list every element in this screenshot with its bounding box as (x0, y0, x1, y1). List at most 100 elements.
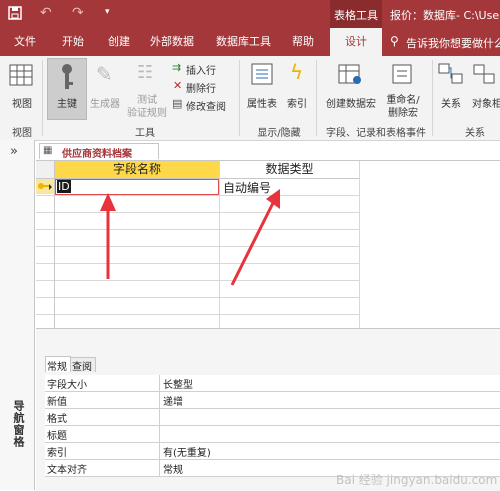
watermark: Bai 经验 jingyan.baidu.com (336, 473, 498, 487)
data-macro-icon (338, 64, 361, 84)
tab-lookup-label: 查阅 (72, 362, 92, 373)
delete-row-icon: ✕ (173, 79, 183, 92)
insert-row-button[interactable]: ⇉ 插入行 (172, 61, 234, 77)
table-design-grid: 字段名称 数据类型 ID 自动编号 (36, 160, 500, 329)
row-divider (36, 280, 360, 281)
property-name: 文本对齐 (47, 465, 87, 476)
lightning-icon: ϟ (290, 60, 304, 84)
property-value: 有(无重复) (163, 448, 211, 459)
view-button[interactable]: 视图 (4, 60, 38, 112)
tab-external-data[interactable]: 外部数据 (150, 28, 194, 56)
property-divider (159, 426, 160, 442)
selector-column-divider (54, 161, 55, 329)
property-row[interactable]: 格式 (45, 409, 500, 426)
group-show-hide-label: 显示/隐藏 (257, 128, 301, 139)
row-selector-header (36, 161, 55, 179)
group-events-label: 字段、记录和表格事件 (326, 128, 426, 139)
field-name-value: ID (57, 180, 71, 193)
group-tools-label: 工具 (135, 128, 155, 139)
annotation-arrow-data-type (230, 189, 280, 286)
property-name: 字段大小 (47, 380, 87, 391)
ribbon: 视图 视图 主键 ✎ 生成器 ☷ 测试 验证规则 ⇉ 插入行 ✕ 删除行 ▤ 修… (0, 56, 500, 141)
row-divider (36, 229, 360, 230)
redo-icon[interactable]: ↷ (72, 5, 84, 21)
property-value: 长整型 (163, 380, 193, 391)
primary-key-label: 主键 (57, 99, 77, 110)
document-tab[interactable]: ▦ 供应商资料档案 (39, 143, 159, 160)
property-row[interactable]: 字段大小 长整型 (45, 375, 500, 392)
property-name: 索引 (47, 448, 67, 459)
property-name: 标题 (47, 431, 67, 442)
modify-lookup-button[interactable]: ▤ 修改查阅 (172, 97, 238, 113)
quick-access-dropdown-icon[interactable]: ▾ (105, 7, 110, 17)
tab-general[interactable]: 常规 (45, 356, 71, 373)
tab-lookup[interactable]: 查阅 (70, 357, 96, 373)
group-relationships-label: 关系 (465, 128, 485, 139)
insert-row-label: 插入行 (186, 66, 216, 77)
row-divider (36, 195, 360, 196)
builder-button[interactable]: ✎ 生成器 (88, 60, 122, 112)
nav-pane-label: 导航窗格 (12, 400, 25, 448)
column-header-data-type[interactable]: 数据类型 (220, 161, 360, 179)
group-view-label: 视图 (12, 128, 32, 139)
column-divider (359, 161, 360, 329)
ribbon-tabs: 文件 开始 创建 外部数据 数据库工具 帮助 设计 ⚲ 告诉我你想要做什么 (0, 28, 500, 56)
tab-general-label: 常规 (47, 362, 67, 373)
object-dependencies-button[interactable]: 对象相 (468, 60, 500, 112)
property-divider (159, 392, 160, 408)
tab-create[interactable]: 创建 (108, 28, 130, 56)
row-selector[interactable] (36, 179, 55, 194)
relationships-button[interactable]: 关系 (436, 60, 466, 112)
row-divider (36, 314, 360, 315)
tab-home[interactable]: 开始 (62, 28, 84, 56)
property-value: 常规 (163, 465, 183, 476)
field-name-cell[interactable]: ID (55, 179, 219, 195)
tell-me-search[interactable]: 告诉我你想要做什么 (406, 35, 500, 51)
ribbon-separator (316, 60, 317, 136)
property-value: 递增 (163, 397, 183, 408)
object-dependencies-icon (473, 64, 495, 84)
view-label: 视图 (12, 99, 32, 110)
column-header-field-name[interactable]: 字段名称 (55, 161, 220, 179)
tab-database-tools[interactable]: 数据库工具 (216, 28, 271, 56)
tab-help[interactable]: 帮助 (292, 28, 314, 56)
builder-label: 生成器 (90, 99, 120, 110)
create-data-macro-button[interactable]: 创建数据宏 (322, 60, 378, 112)
ribbon-separator (42, 60, 43, 136)
key-icon (62, 64, 73, 89)
annotation-arrow-field-name (100, 193, 116, 279)
tab-file[interactable]: 文件 (14, 28, 36, 56)
row-divider (36, 246, 360, 247)
tab-design[interactable]: 设计 (330, 28, 382, 56)
delete-row-button[interactable]: ✕ 删除行 (172, 79, 234, 95)
table-icon: ▦ (43, 145, 53, 156)
navigation-pane[interactable]: » 导航窗格 (0, 140, 35, 490)
lookup-icon: ▤ (172, 97, 183, 110)
property-divider (159, 460, 160, 476)
property-row[interactable]: 标题 (45, 426, 500, 443)
lightbulb-icon: ⚲ (390, 34, 399, 48)
rename-macro-icon (392, 64, 412, 84)
expand-nav-icon[interactable]: » (10, 144, 18, 159)
column-divider (219, 161, 220, 329)
indexes-button[interactable]: ϟ 索引 (283, 60, 311, 112)
property-sheet-icon (251, 63, 273, 85)
primary-key-indicator-icon (38, 183, 52, 190)
property-sheet-button[interactable]: 属性表 (244, 60, 280, 112)
property-row[interactable]: 索引 有(无重复) (45, 443, 500, 460)
validation-rules-label: 验证规则 (127, 108, 167, 119)
property-row[interactable]: 新值 递增 (45, 392, 500, 409)
primary-key-button[interactable]: 主键 (47, 58, 87, 120)
test-validation-rules-button[interactable]: ☷ 测试 验证规则 (125, 60, 169, 120)
row-divider (36, 297, 360, 298)
rename-delete-macro-button[interactable]: 重命名/ 删除宏 (380, 60, 426, 120)
property-name: 格式 (47, 414, 67, 425)
property-divider (159, 375, 160, 391)
undo-icon[interactable]: ↶ (40, 5, 52, 21)
test-rules-icon: ☷ (137, 62, 154, 83)
window-title: 报价：数据库- C:\User (390, 9, 500, 22)
contextual-tools-label: 表格工具 (334, 9, 378, 22)
row-divider (36, 263, 360, 264)
save-icon[interactable] (8, 6, 22, 20)
row-divider (36, 212, 360, 213)
